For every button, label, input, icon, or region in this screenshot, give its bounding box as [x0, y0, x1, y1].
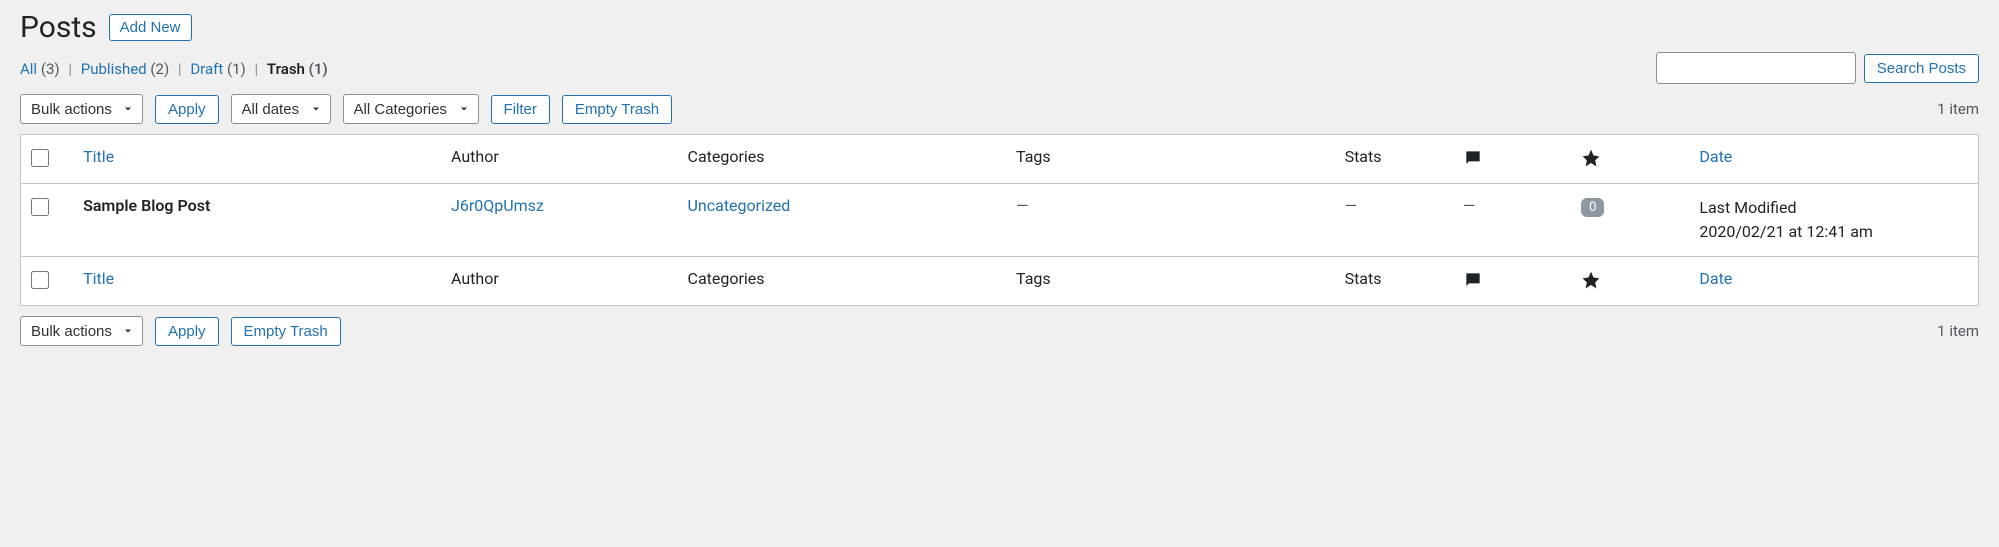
page-title: Posts — [20, 10, 97, 45]
post-author-link[interactable]: J6r0QpUmsz — [451, 196, 544, 215]
post-title[interactable]: Sample Blog Post — [83, 196, 210, 215]
search-posts-button[interactable]: Search Posts — [1864, 54, 1979, 83]
table-row: Sample Blog Post J6r0QpUmsz Uncategorize… — [21, 184, 1979, 257]
column-categories: Categories — [678, 135, 1007, 184]
column-likes[interactable] — [1571, 135, 1689, 184]
column-stats: Stats — [1335, 135, 1453, 184]
apply-button-bottom[interactable]: Apply — [155, 317, 219, 346]
apply-button-top[interactable]: Apply — [155, 95, 219, 124]
post-comments: — — [1463, 196, 1476, 215]
search-input[interactable] — [1656, 52, 1856, 84]
bulk-actions-select-top[interactable]: Bulk actions — [20, 94, 143, 124]
filter-all[interactable]: All (3) — [20, 60, 60, 78]
item-count-top: 1 item — [1937, 100, 1979, 118]
post-category-link[interactable]: Uncategorized — [688, 196, 791, 215]
star-icon — [1581, 148, 1601, 168]
column-author-bottom: Author — [441, 257, 678, 306]
post-likes-badge[interactable]: 0 — [1581, 198, 1604, 217]
column-tags: Tags — [1006, 135, 1335, 184]
select-all-checkbox-bottom[interactable] — [31, 271, 49, 289]
column-date-sort[interactable]: Date — [1699, 147, 1732, 166]
filter-button[interactable]: Filter — [491, 95, 550, 124]
column-author: Author — [441, 135, 678, 184]
empty-trash-button-top[interactable]: Empty Trash — [562, 95, 672, 124]
select-all-checkbox-top[interactable] — [31, 149, 49, 167]
column-categories-bottom: Categories — [678, 257, 1007, 306]
column-tags-bottom: Tags — [1006, 257, 1335, 306]
column-date-sort-bottom[interactable]: Date — [1699, 269, 1732, 288]
item-count-bottom: 1 item — [1937, 322, 1979, 340]
comment-icon — [1463, 148, 1483, 168]
post-tags: — — [1016, 196, 1029, 215]
empty-trash-button-bottom[interactable]: Empty Trash — [231, 317, 341, 346]
row-checkbox[interactable] — [31, 198, 49, 216]
post-stats: — — [1345, 196, 1358, 215]
column-title-sort[interactable]: Title — [83, 147, 114, 166]
column-comments-bottom[interactable] — [1453, 257, 1571, 306]
date-label: Last Modified — [1699, 196, 1968, 220]
posts-table: Title Author Categories Tags Stats Date … — [20, 134, 1979, 306]
filter-draft[interactable]: Draft (1) — [190, 60, 245, 78]
bulk-actions-select-bottom[interactable]: Bulk actions — [20, 316, 143, 346]
add-new-button[interactable]: Add New — [109, 14, 192, 41]
column-comments[interactable] — [1453, 135, 1571, 184]
filter-published[interactable]: Published (2) — [81, 60, 169, 78]
date-filter-select[interactable]: All dates — [231, 94, 331, 124]
column-likes-bottom[interactable] — [1571, 257, 1689, 306]
date-value: 2020/02/21 at 12:41 am — [1699, 220, 1968, 244]
category-filter-select[interactable]: All Categories — [343, 94, 479, 124]
star-icon — [1581, 270, 1601, 290]
column-title-sort-bottom[interactable]: Title — [83, 269, 114, 288]
comment-icon — [1463, 270, 1483, 290]
filter-trash[interactable]: Trash (1) — [267, 60, 328, 78]
column-stats-bottom: Stats — [1335, 257, 1453, 306]
